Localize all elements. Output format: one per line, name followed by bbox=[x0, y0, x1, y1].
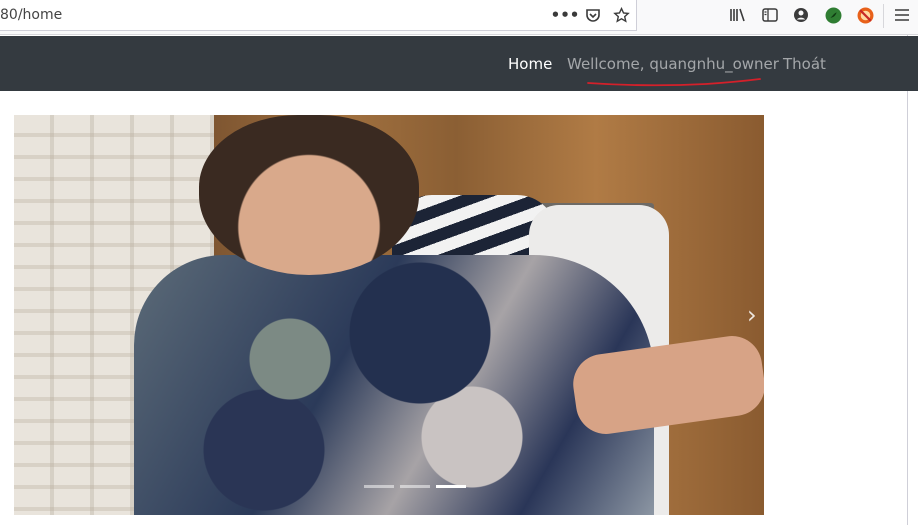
extension-orange-icon[interactable] bbox=[856, 6, 874, 24]
nav-welcome-user-link[interactable]: Wellcome, quangnhu_owner bbox=[567, 55, 779, 73]
nav-home-link[interactable]: Home bbox=[508, 55, 552, 73]
slide-photo-person-head bbox=[199, 115, 419, 275]
window-edge bbox=[907, 35, 908, 525]
library-icon[interactable] bbox=[729, 6, 747, 24]
toolbar-separator bbox=[883, 4, 884, 28]
carousel-next-icon[interactable]: › bbox=[747, 301, 757, 329]
extension-green-icon[interactable] bbox=[824, 6, 842, 24]
carousel-indicators bbox=[364, 485, 466, 488]
carousel-indicator-1[interactable] bbox=[364, 485, 394, 488]
browser-toolbar: 80/home ••• bbox=[0, 0, 918, 35]
carousel-indicator-2[interactable] bbox=[400, 485, 430, 488]
carousel-indicator-3[interactable] bbox=[436, 485, 466, 488]
site-navbar: Home Wellcome, quangnhu_owner Thoát bbox=[0, 36, 918, 91]
nav-logout-link[interactable]: Thoát bbox=[783, 55, 826, 73]
sidebar-icon[interactable] bbox=[761, 6, 779, 24]
pocket-icon[interactable] bbox=[584, 6, 602, 24]
bookmark-star-icon[interactable] bbox=[612, 6, 630, 24]
menu-icon[interactable] bbox=[893, 6, 911, 24]
url-text[interactable]: 80/home bbox=[0, 7, 62, 23]
account-icon[interactable] bbox=[792, 6, 810, 24]
address-bar[interactable]: 80/home ••• bbox=[0, 0, 637, 31]
more-actions-icon[interactable]: ••• bbox=[551, 6, 580, 24]
red-annotation-underline bbox=[587, 78, 761, 87]
image-carousel: › bbox=[14, 115, 764, 515]
